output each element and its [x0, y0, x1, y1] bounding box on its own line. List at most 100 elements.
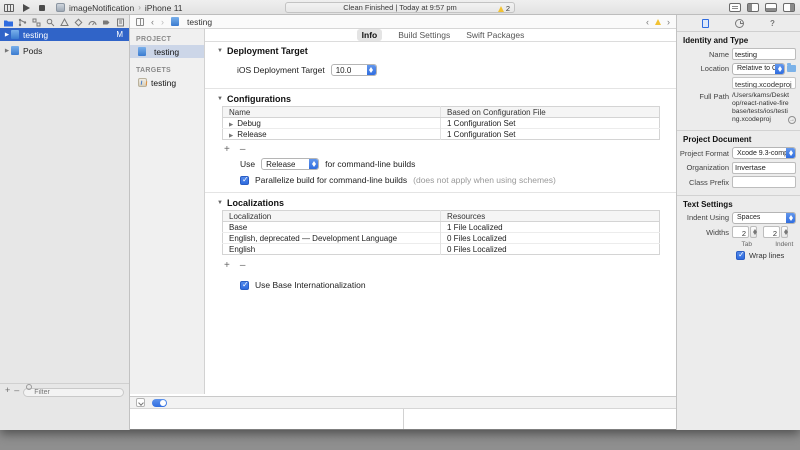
issues-badge[interactable]: 2 — [498, 4, 510, 13]
console-view[interactable] — [403, 409, 677, 429]
toggle-debug-area-icon[interactable] — [765, 3, 777, 12]
history-inspector-icon[interactable] — [735, 19, 744, 28]
symbol-navigator-icon[interactable] — [32, 18, 41, 27]
stop-button[interactable] — [39, 5, 45, 11]
organization-row: Organization — [679, 162, 796, 174]
previous-issue-button[interactable]: ‹ — [646, 17, 649, 27]
section-deployment-target[interactable]: ▼ Deployment Target — [217, 46, 308, 56]
parallelize-checkbox[interactable] — [240, 176, 249, 185]
indent-width-stepper[interactable]: 2 — [763, 226, 788, 238]
variables-view[interactable] — [130, 409, 403, 429]
report-navigator-icon[interactable] — [116, 18, 125, 27]
section-configurations[interactable]: ▼ Configurations — [217, 94, 291, 104]
name-input[interactable] — [732, 48, 796, 60]
section-divider — [205, 192, 676, 193]
run-button[interactable] — [23, 4, 30, 12]
tab-width-stepper[interactable]: 2 — [732, 226, 757, 238]
inspector-tab-bar: ? — [677, 15, 800, 32]
stepper-arrows-icon[interactable] — [750, 226, 757, 238]
scheme-selector[interactable]: imageNotification › iPhone 11 — [56, 3, 183, 13]
navigator-item-testing[interactable]: ▶ testing M — [0, 28, 129, 41]
tab-build-settings[interactable]: Build Settings — [398, 30, 450, 40]
quick-help-inspector-icon[interactable]: ? — [770, 19, 775, 28]
disclosure-down-icon[interactable]: ▼ — [217, 96, 223, 102]
test-navigator-icon[interactable] — [74, 18, 83, 27]
indent-using-popup[interactable]: Spaces — [732, 212, 796, 224]
column-header[interactable]: Based on Configuration File — [441, 107, 660, 118]
column-header[interactable]: Localization — [223, 211, 441, 222]
navigator-item-label: testing — [23, 30, 48, 40]
disclosure-icon[interactable]: ▶ — [229, 122, 233, 128]
column-header[interactable]: Resources — [441, 211, 660, 222]
parallelize-label: Parallelize build for command-line build… — [255, 175, 407, 185]
editor-options-icon[interactable] — [729, 3, 741, 12]
file-inspector-icon[interactable] — [702, 19, 709, 28]
tab-sublabel: Tab — [735, 241, 759, 248]
debug-navigator-icon[interactable] — [88, 18, 97, 27]
toggle-inspector-icon[interactable] — [783, 3, 795, 12]
wrap-lines-checkbox[interactable] — [736, 251, 745, 260]
breadcrumb[interactable]: testing — [171, 17, 212, 27]
filter-input[interactable] — [23, 388, 124, 397]
add-file-button[interactable]: + — [5, 386, 10, 395]
target-item-testing[interactable]: testing — [130, 76, 204, 89]
remove-file-button[interactable]: – — [14, 386, 19, 395]
column-header[interactable]: Name — [223, 107, 441, 118]
command-line-config-popup[interactable]: Release — [261, 158, 319, 170]
xcode-window: imageNotification › iPhone 11 Clean Fini… — [0, 0, 800, 430]
related-items-icon[interactable] — [136, 18, 144, 26]
scheme-name[interactable]: imageNotification — [69, 3, 134, 13]
choose-folder-icon[interactable] — [787, 65, 796, 72]
project-targets-panel: PROJECT testing TARGETS testing — [130, 29, 205, 394]
source-control-navigator-icon[interactable] — [18, 18, 27, 27]
remove-configuration-button[interactable]: – — [240, 144, 246, 155]
organization-input[interactable] — [732, 162, 796, 174]
reveal-in-finder-icon[interactable] — [788, 116, 796, 124]
project-format-popup[interactable]: Xcode 9.3-compatible — [732, 147, 796, 159]
class-prefix-input[interactable] — [732, 176, 796, 188]
project-file-icon — [11, 46, 19, 55]
remove-localization-button[interactable]: – — [240, 260, 246, 271]
run-destination[interactable]: iPhone 11 — [145, 3, 183, 13]
popup-value: Xcode 9.3-compatible — [737, 150, 786, 157]
breakpoints-toggle[interactable] — [152, 399, 167, 407]
table-row[interactable]: English, deprecated — Development Langua… — [223, 233, 660, 244]
config-name: Debug — [237, 119, 261, 128]
section-localizations[interactable]: ▼ Localizations — [217, 198, 284, 208]
deployment-target-popup[interactable]: 10.0 — [331, 64, 377, 76]
tab-width-value[interactable]: 2 — [732, 226, 749, 238]
back-button[interactable]: ‹ — [151, 17, 154, 27]
scheme-app-icon — [56, 3, 65, 12]
stepper-arrows-icon[interactable] — [781, 226, 788, 238]
indent-width-value[interactable]: 2 — [763, 226, 780, 238]
localization-name: English — [223, 244, 441, 255]
base-internationalization-checkbox[interactable] — [240, 281, 249, 290]
table-row[interactable]: Base 1 File Localized — [223, 222, 660, 233]
identity-and-type-section: Identity and Type Name Location Relative… — [677, 32, 800, 131]
issue-navigator-icon[interactable] — [60, 18, 69, 27]
disclosure-icon[interactable]: ▶ — [229, 133, 233, 139]
navigator-item-pods[interactable]: ▶ Pods — [0, 44, 129, 57]
breakpoint-navigator-icon[interactable] — [102, 18, 111, 27]
forward-button[interactable]: › — [161, 17, 164, 27]
toggle-navigator-icon[interactable] — [747, 3, 759, 12]
location-popup[interactable]: Relative to Group — [732, 63, 785, 75]
debug-area — [130, 409, 676, 429]
tab-info[interactable]: Info — [357, 29, 383, 41]
add-configuration-button[interactable]: + — [224, 144, 230, 155]
add-localization-button[interactable]: + — [224, 260, 230, 271]
disclosure-icon[interactable]: ▶ — [3, 32, 11, 38]
hide-debug-area-button[interactable] — [136, 398, 145, 407]
project-item-testing[interactable]: testing — [130, 45, 204, 58]
window-grid-icon[interactable] — [4, 4, 14, 12]
find-navigator-icon[interactable] — [46, 18, 55, 27]
table-row[interactable]: ▶Debug 1 Configuration Set — [223, 118, 660, 129]
project-navigator-icon[interactable] — [4, 18, 13, 27]
disclosure-down-icon[interactable]: ▼ — [217, 200, 223, 206]
next-issue-button[interactable]: › — [667, 17, 670, 27]
table-row[interactable]: English 0 Files Localized — [223, 244, 660, 255]
table-row[interactable]: ▶Release 1 Configuration Set — [223, 129, 660, 140]
tab-swift-packages[interactable]: Swift Packages — [466, 30, 524, 40]
disclosure-icon[interactable]: ▶ — [3, 48, 11, 54]
disclosure-down-icon[interactable]: ▼ — [217, 48, 223, 54]
